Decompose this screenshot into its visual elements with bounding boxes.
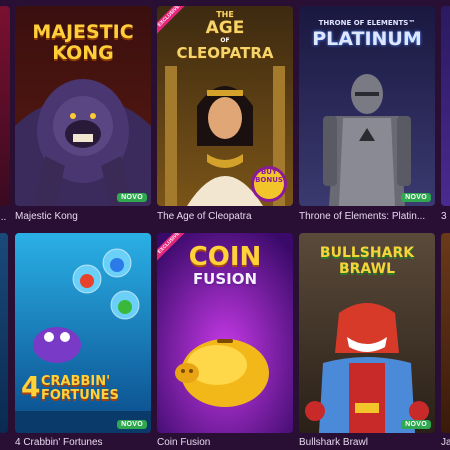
game-card-partial-left-row2[interactable] bbox=[0, 233, 8, 450]
game-title: 4 Crabbin' Fortunes bbox=[15, 437, 103, 448]
game-card-throne-of-elements[interactable]: THRONE OF ELEMENTS™ PLATINUM NOVO Throne… bbox=[299, 6, 435, 231]
throne-logo: THRONE OF ELEMENTS™ PLATINUM bbox=[312, 19, 422, 50]
game-grid: ... MAJESTIC bbox=[0, 0, 450, 450]
game-thumbnail: EXCLUSIVE COIN FUSION bbox=[157, 233, 293, 433]
game-card-partial-right-row2[interactable]: Ja bbox=[441, 233, 450, 450]
game-title: Bullshark Brawl bbox=[299, 437, 368, 448]
game-thumbnail bbox=[0, 6, 10, 206]
game-thumbnail bbox=[441, 233, 450, 433]
game-title: Ja bbox=[441, 437, 450, 448]
game-title: The Age of Cleopatra bbox=[157, 211, 252, 222]
game-title: Majestic Kong bbox=[15, 211, 78, 222]
game-title: Coin Fusion bbox=[157, 437, 211, 448]
new-badge: NOVO bbox=[117, 193, 147, 202]
game-thumbnail: 4 CRABBIN' FORTUNES NOVO bbox=[15, 233, 151, 433]
cleopatra-logo: THE AGE OF CLEOPATRA bbox=[176, 10, 274, 62]
game-card-4-crabbin-fortunes[interactable]: 4 CRABBIN' FORTUNES NOVO 4 Crabbin' Fort… bbox=[15, 233, 151, 450]
game-card-age-of-cleopatra[interactable]: EXCLUSIVE THE AGE OF CLEOPATRA BUY BONUS… bbox=[157, 6, 293, 231]
game-thumbnail bbox=[441, 6, 450, 206]
game-thumbnail: BULLSHARK BRAWL NOVO bbox=[299, 233, 435, 433]
game-card-partial-right[interactable]: 3 bbox=[441, 6, 450, 231]
buy-bonus-badge: BUY BONUS bbox=[255, 168, 283, 184]
game-card-majestic-kong[interactable]: MAJESTIC KONG NOVO Majestic Kong bbox=[15, 6, 151, 231]
new-badge: NOVO bbox=[401, 193, 431, 202]
game-thumbnail: MAJESTIC KONG NOVO bbox=[15, 6, 151, 206]
bullshark-logo: BULLSHARK BRAWL bbox=[319, 245, 415, 277]
coin-fusion-logo: COIN FUSION bbox=[188, 242, 262, 288]
game-card-coin-fusion[interactable]: EXCLUSIVE COIN FUSION Coin Fusion bbox=[157, 233, 293, 450]
game-thumbnail: EXCLUSIVE THE AGE OF CLEOPATRA BUY BONUS bbox=[157, 6, 293, 206]
crabbin-art bbox=[15, 233, 151, 433]
game-thumbnail bbox=[0, 233, 8, 433]
game-title: Throne of Elements: Platin... bbox=[299, 211, 426, 222]
majestic-kong-logo: MAJESTIC KONG bbox=[32, 21, 134, 64]
game-title: ... bbox=[0, 212, 7, 223]
game-card-partial-left[interactable]: ... bbox=[0, 6, 10, 231]
new-badge: NOVO bbox=[401, 420, 431, 429]
game-thumbnail: THRONE OF ELEMENTS™ PLATINUM NOVO bbox=[299, 6, 435, 206]
new-badge: NOVO bbox=[117, 420, 147, 429]
game-title: 3 bbox=[441, 211, 447, 222]
game-card-bullshark-brawl[interactable]: BULLSHARK BRAWL NOVO Bullshark Brawl bbox=[299, 233, 435, 450]
